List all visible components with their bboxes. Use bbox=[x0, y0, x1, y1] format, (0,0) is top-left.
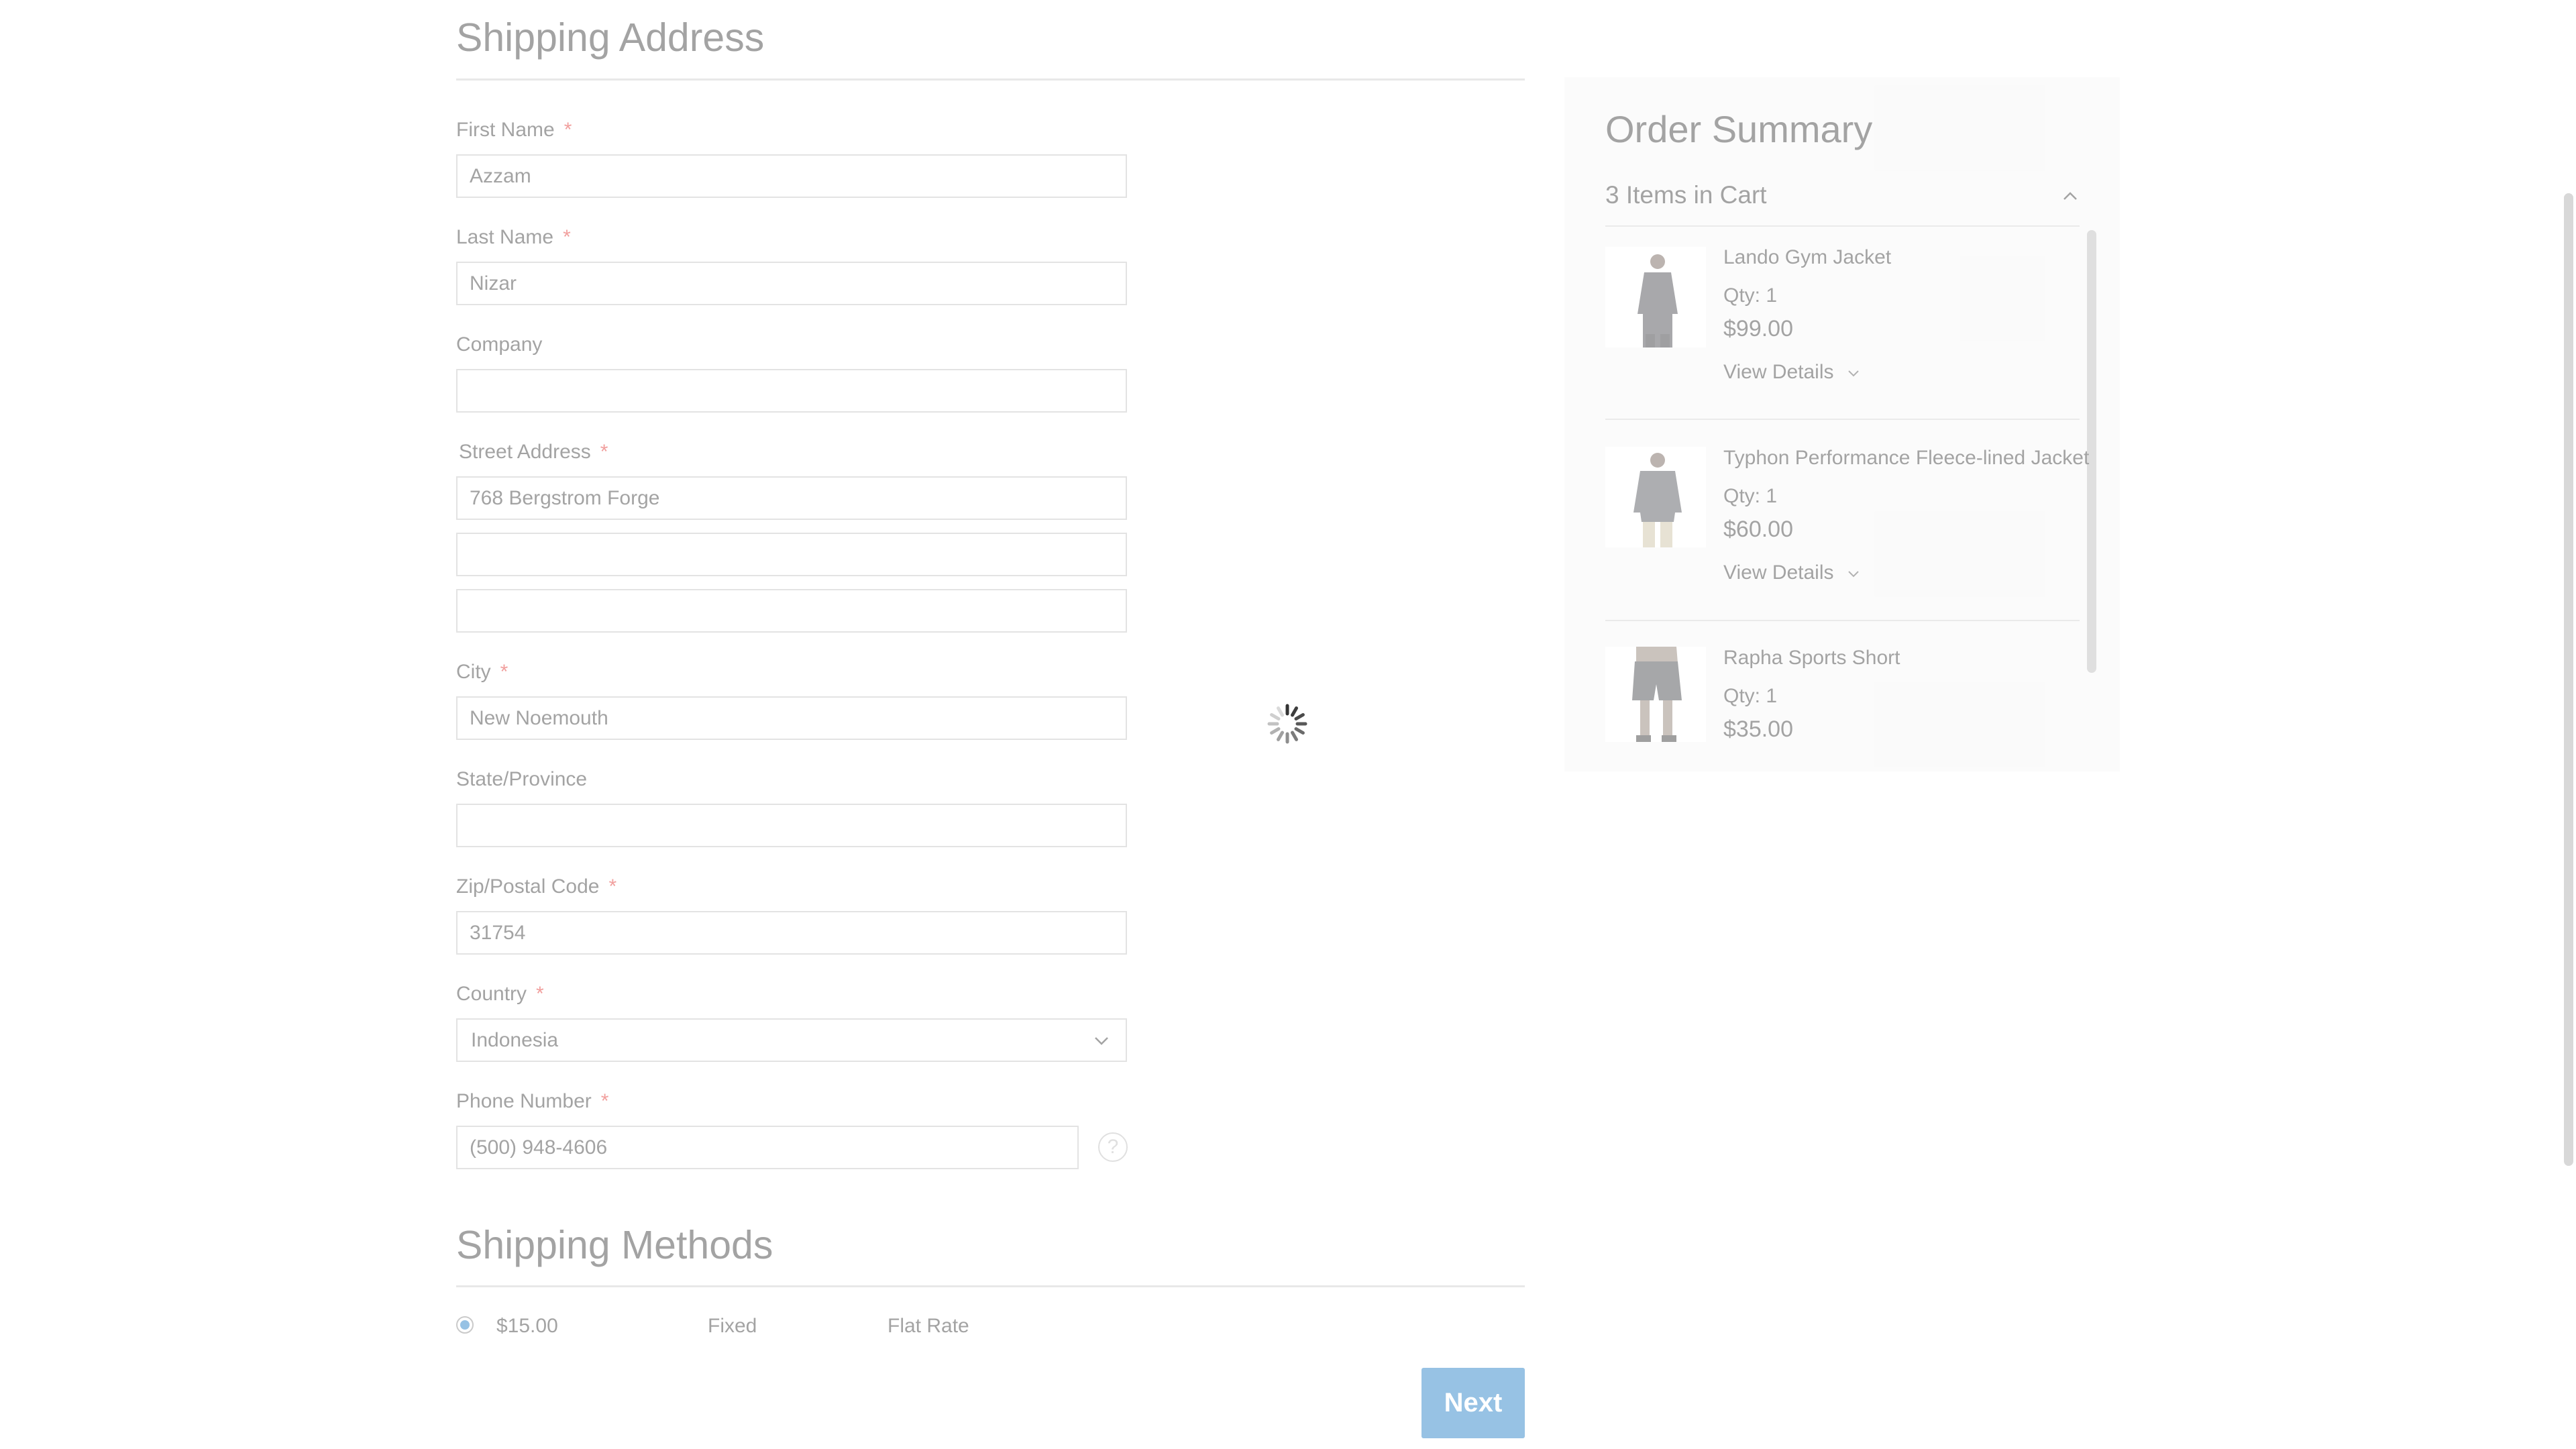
next-button[interactable]: Next bbox=[1421, 1368, 1525, 1438]
items-in-cart-toggle[interactable]: 3 Items in Cart bbox=[1605, 181, 1767, 209]
zip-code-label: Zip/Postal Code * bbox=[456, 875, 617, 898]
summary-divider bbox=[1605, 225, 2080, 227]
last-name-input[interactable] bbox=[456, 262, 1127, 305]
cart-item-qty: Qty: 1 bbox=[1723, 685, 1778, 707]
city-label: City * bbox=[456, 661, 508, 683]
cart-item-price: $60.00 bbox=[1723, 517, 1793, 542]
first-name-label: First Name * bbox=[456, 119, 572, 141]
cart-item-name: Typhon Performance Fleece-lined Jacket bbox=[1723, 447, 2090, 469]
required-mark: * bbox=[608, 875, 617, 898]
cart-item-price: $99.00 bbox=[1723, 316, 1793, 341]
state-province-input[interactable] bbox=[456, 804, 1127, 847]
cart-item-name: Lando Gym Jacket bbox=[1723, 246, 1892, 268]
product-thumbnail bbox=[1605, 647, 1706, 742]
shorts-product-image bbox=[1605, 647, 1706, 742]
chevron-down-icon bbox=[1095, 1037, 1108, 1045]
country-select[interactable]: Indonesia bbox=[456, 1018, 1127, 1062]
shipping-methods-title: Shipping Methods bbox=[456, 1223, 773, 1267]
cart-item-name: Rapha Sports Short bbox=[1723, 647, 1900, 669]
required-mark: * bbox=[600, 441, 608, 463]
cart-item-qty: Qty: 1 bbox=[1723, 485, 1778, 507]
shipping-address-divider bbox=[456, 78, 1525, 80]
city-input[interactable] bbox=[456, 696, 1127, 740]
view-details-toggle[interactable]: View Details bbox=[1723, 561, 1861, 584]
chevron-down-icon bbox=[1848, 370, 1859, 377]
radio-selected-icon[interactable] bbox=[456, 1316, 474, 1334]
company-label: Company bbox=[456, 333, 543, 356]
product-thumbnail bbox=[1605, 447, 1706, 547]
jacket-product-image bbox=[1605, 247, 1706, 347]
product-thumbnail bbox=[1605, 247, 1706, 347]
required-mark: * bbox=[600, 1090, 609, 1112]
state-province-label: State/Province bbox=[456, 768, 588, 790]
shipping-methods-divider bbox=[456, 1285, 1525, 1287]
cart-item-qty: Qty: 1 bbox=[1723, 284, 1778, 307]
shipping-method-name: Fixed bbox=[708, 1315, 757, 1337]
required-mark: * bbox=[564, 119, 572, 141]
chevron-down-icon bbox=[1848, 571, 1859, 578]
street-address-label: Street Address * bbox=[459, 441, 608, 463]
shipping-address-title: Shipping Address bbox=[456, 15, 765, 60]
required-mark: * bbox=[563, 226, 571, 248]
street-address-line3-input[interactable] bbox=[456, 589, 1127, 633]
street-address-line1-input[interactable] bbox=[456, 476, 1127, 520]
street-address-line2-input[interactable] bbox=[456, 533, 1127, 576]
shipping-carrier-name: Flat Rate bbox=[888, 1315, 969, 1337]
required-mark: * bbox=[500, 661, 508, 683]
shipping-method-price: $15.00 bbox=[496, 1315, 558, 1337]
summary-divider bbox=[1605, 620, 2080, 621]
last-name-label: Last Name * bbox=[456, 226, 571, 248]
country-select-value: Indonesia bbox=[471, 1029, 559, 1051]
chevron-up-icon[interactable] bbox=[2061, 186, 2080, 205]
loading-spinner-icon bbox=[1267, 704, 1307, 744]
phone-number-input[interactable] bbox=[456, 1126, 1079, 1169]
country-label: Country * bbox=[456, 983, 544, 1005]
cart-item-price: $35.00 bbox=[1723, 716, 1793, 742]
phone-number-label: Phone Number * bbox=[456, 1090, 609, 1112]
order-summary-title: Order Summary bbox=[1605, 108, 1873, 150]
page-scrollbar[interactable] bbox=[2564, 193, 2573, 1166]
summary-divider bbox=[1605, 419, 2080, 420]
help-icon[interactable]: ? bbox=[1098, 1132, 1128, 1162]
company-input[interactable] bbox=[456, 369, 1127, 413]
zip-code-input[interactable] bbox=[456, 911, 1127, 955]
required-mark: * bbox=[536, 983, 544, 1005]
view-details-toggle[interactable]: View Details bbox=[1723, 361, 1861, 384]
first-name-input[interactable] bbox=[456, 154, 1127, 198]
fleece-jacket-product-image bbox=[1605, 447, 1706, 547]
